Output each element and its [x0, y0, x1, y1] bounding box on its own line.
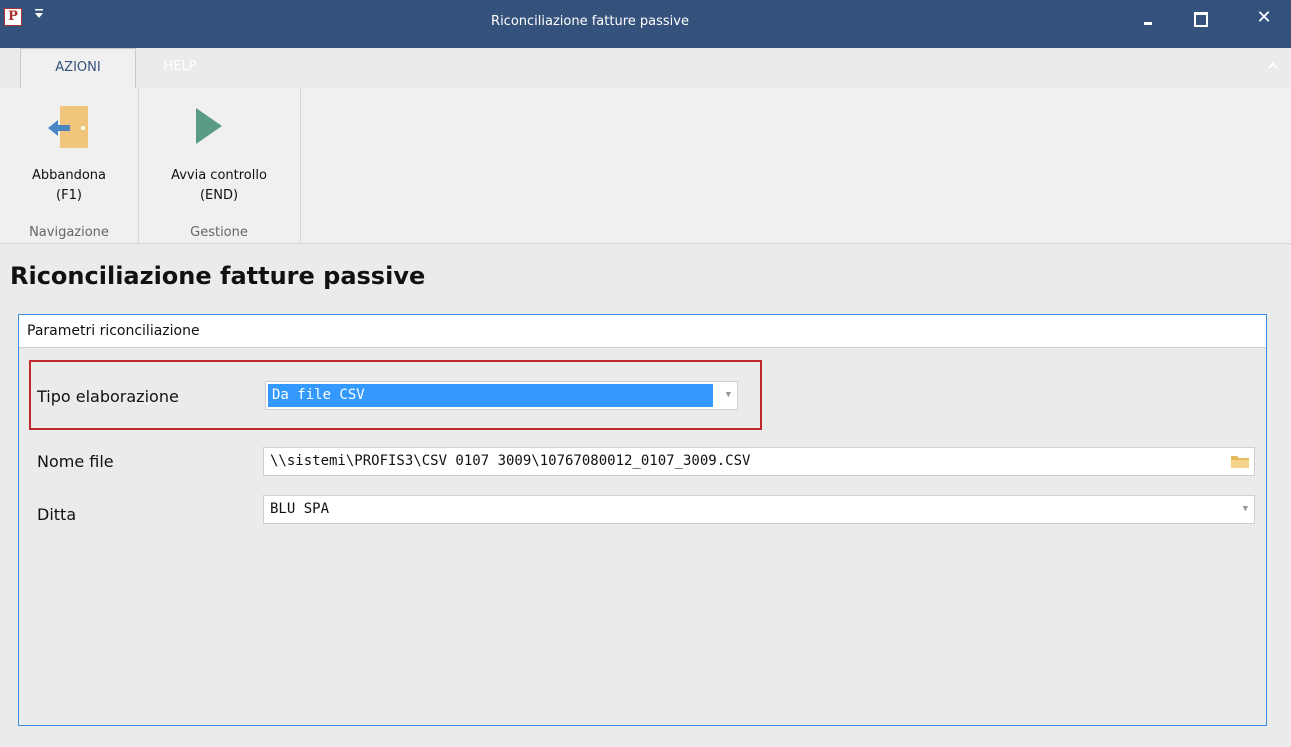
group-label-navigazione: Navigazione	[29, 225, 109, 240]
minimize-button[interactable]	[1130, 6, 1166, 30]
nome-file-value: \\sistemi\PROFIS3\CSV 0107 3009\10767080…	[270, 453, 751, 469]
nome-file-label: Nome file	[37, 452, 114, 471]
tipo-elaborazione-label: Tipo elaborazione	[37, 387, 179, 406]
folder-icon[interactable]	[1230, 453, 1250, 469]
play-icon	[196, 108, 222, 144]
exit-door-icon	[48, 106, 88, 148]
ribbon-collapse-icon[interactable]	[1268, 58, 1278, 72]
group-label-gestione: Gestione	[190, 225, 248, 240]
ditta-select[interactable]: BLU SPA ▼	[263, 495, 1255, 524]
page-title: Riconciliazione fatture passive	[10, 262, 426, 290]
avvia-label-1: Avvia controllo	[171, 168, 267, 183]
parametri-panel: Parametri riconciliazione Tipo elaborazi…	[18, 314, 1267, 726]
tab-help[interactable]: HELP	[150, 48, 210, 88]
ribbon-group-navigazione: Abbandona (F1) Navigazione	[0, 88, 139, 243]
abbandona-label-1: Abbandona	[31, 168, 106, 183]
avvia-controllo-button[interactable]: Avvia controllo (END)	[138, 96, 300, 206]
close-button[interactable]: ✕	[1246, 6, 1282, 30]
maximize-button[interactable]	[1182, 6, 1218, 30]
tipo-elaborazione-value: Da file CSV	[268, 384, 713, 407]
window-title: Riconciliazione fatture passive	[491, 14, 689, 29]
ribbon: Abbandona (F1) Navigazione Avvia control…	[0, 88, 1291, 244]
abbandona-button[interactable]: Abbandona (F1)	[0, 96, 138, 206]
tipo-elaborazione-select[interactable]: Da file CSV ▼	[265, 381, 738, 410]
chevron-down-icon[interactable]: ▼	[726, 382, 731, 409]
nome-file-input[interactable]: \\sistemi\PROFIS3\CSV 0107 3009\10767080…	[263, 447, 1255, 476]
ditta-value: BLU SPA	[270, 501, 330, 517]
avvia-label-2: (END)	[199, 188, 239, 203]
ditta-label: Ditta	[37, 505, 77, 524]
chevron-down-icon[interactable]: ▼	[1243, 496, 1248, 523]
ribbon-group-gestione: Avvia controllo (END) Gestione	[138, 88, 301, 243]
panel-header: Parametri riconciliazione	[19, 315, 1266, 348]
abbandona-label-2: (F1)	[56, 188, 82, 203]
title-bar: P Riconciliazione fatture passive ✕	[0, 0, 1291, 48]
tab-azioni[interactable]: AZIONI	[20, 48, 136, 88]
